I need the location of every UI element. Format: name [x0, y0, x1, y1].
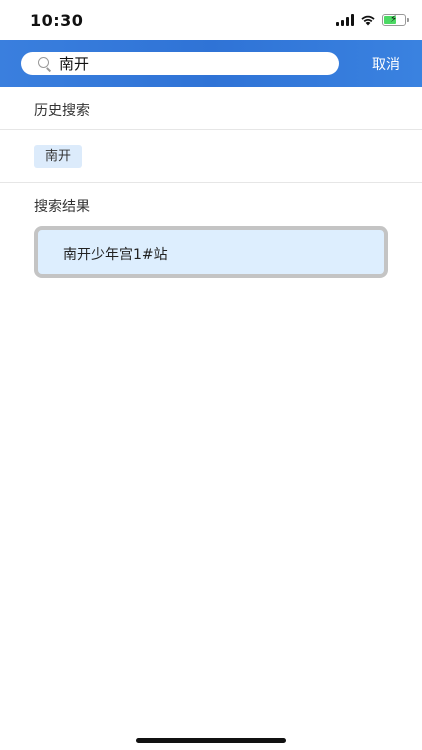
divider — [0, 129, 422, 130]
history-title: 历史搜索 — [34, 103, 90, 119]
status-time: 10:30 — [30, 11, 84, 30]
search-box[interactable] — [21, 52, 339, 75]
search-input[interactable] — [59, 53, 319, 74]
search-icon — [37, 56, 53, 72]
signal-icon — [336, 14, 354, 26]
search-header: 取消 — [0, 40, 422, 87]
divider — [0, 182, 422, 183]
result-item[interactable]: 南开少年宫1#站 — [34, 226, 388, 278]
result-label: 南开少年宫1#站 — [63, 247, 168, 263]
cancel-button[interactable]: 取消 — [372, 54, 400, 74]
wifi-icon — [361, 15, 375, 26]
status-bar: 10:30 ⚡ — [0, 0, 422, 40]
status-icons: ⚡ — [336, 12, 409, 28]
history-tag[interactable]: 南开 — [34, 145, 83, 168]
home-indicator — [136, 738, 286, 743]
battery-charging-icon: ⚡ — [382, 14, 409, 26]
results-title: 搜索结果 — [34, 199, 90, 215]
